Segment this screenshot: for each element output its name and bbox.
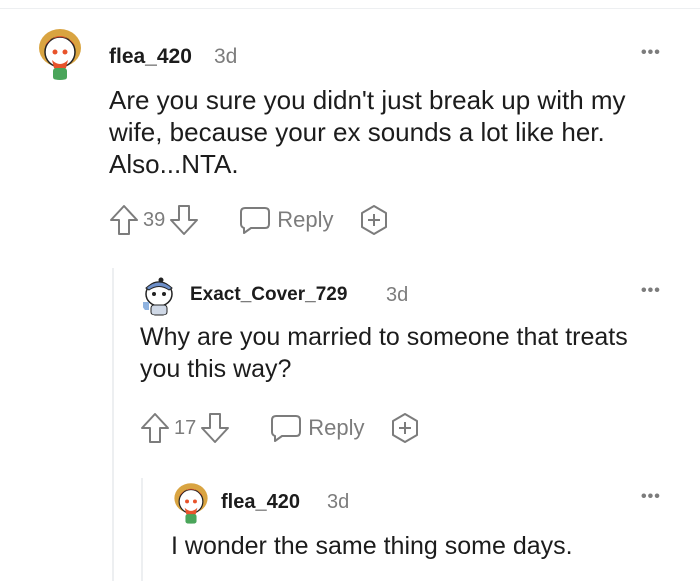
- comment-body: I wonder the same thing some days.: [171, 532, 573, 560]
- comment-actions: 17 Reply: [140, 412, 421, 444]
- timestamp[interactable]: 3d: [214, 45, 237, 69]
- downvote-arrow-icon: [201, 413, 230, 443]
- redditor-avatar-icon: [143, 277, 173, 316]
- timestamp[interactable]: 3d: [327, 491, 349, 514]
- reply-button[interactable]: Reply: [270, 413, 365, 443]
- more-options-button[interactable]: •••: [641, 282, 661, 300]
- user-avatar[interactable]: [36, 28, 84, 80]
- username[interactable]: Exact_Cover_729: [190, 284, 347, 306]
- vote-count: 17: [174, 416, 197, 439]
- award-button[interactable]: [389, 412, 421, 444]
- upvote-button[interactable]: [109, 204, 139, 236]
- award-button[interactable]: [358, 204, 390, 236]
- vote-count: 39: [143, 208, 166, 231]
- upvote-arrow-icon: [141, 413, 169, 443]
- upvote-arrow-icon: [110, 205, 138, 235]
- comment-actions: 39 Reply: [109, 204, 390, 236]
- thread-line-level-2[interactable]: [141, 478, 143, 581]
- upvote-button[interactable]: [140, 412, 170, 444]
- username[interactable]: flea_420: [109, 45, 192, 69]
- award-plus-icon: [360, 205, 387, 235]
- downvote-arrow-icon: [170, 205, 199, 235]
- more-options-button[interactable]: •••: [641, 488, 661, 506]
- comment-bubble-icon: [240, 207, 271, 234]
- downvote-button[interactable]: [169, 204, 199, 236]
- thread-line-level-1[interactable]: [112, 268, 114, 581]
- user-avatar[interactable]: [139, 274, 179, 316]
- award-plus-icon: [391, 413, 418, 443]
- reply-label: Reply: [308, 415, 365, 440]
- timestamp[interactable]: 3d: [386, 284, 408, 307]
- comment-body: Are you sure you didn't just break up wi…: [109, 85, 626, 179]
- reply-label: Reply: [277, 207, 334, 232]
- downvote-button[interactable]: [200, 412, 230, 444]
- comment-bubble-icon: [271, 415, 302, 442]
- username[interactable]: flea_420: [221, 491, 300, 514]
- user-avatar[interactable]: [172, 482, 210, 524]
- top-divider: [0, 8, 700, 9]
- comment-body: Why are you married to someone that trea…: [140, 323, 628, 383]
- more-options-button[interactable]: •••: [641, 44, 661, 62]
- redditor-avatar-icon: [174, 483, 208, 524]
- redditor-avatar-icon: [39, 29, 81, 80]
- reply-button[interactable]: Reply: [239, 205, 334, 235]
